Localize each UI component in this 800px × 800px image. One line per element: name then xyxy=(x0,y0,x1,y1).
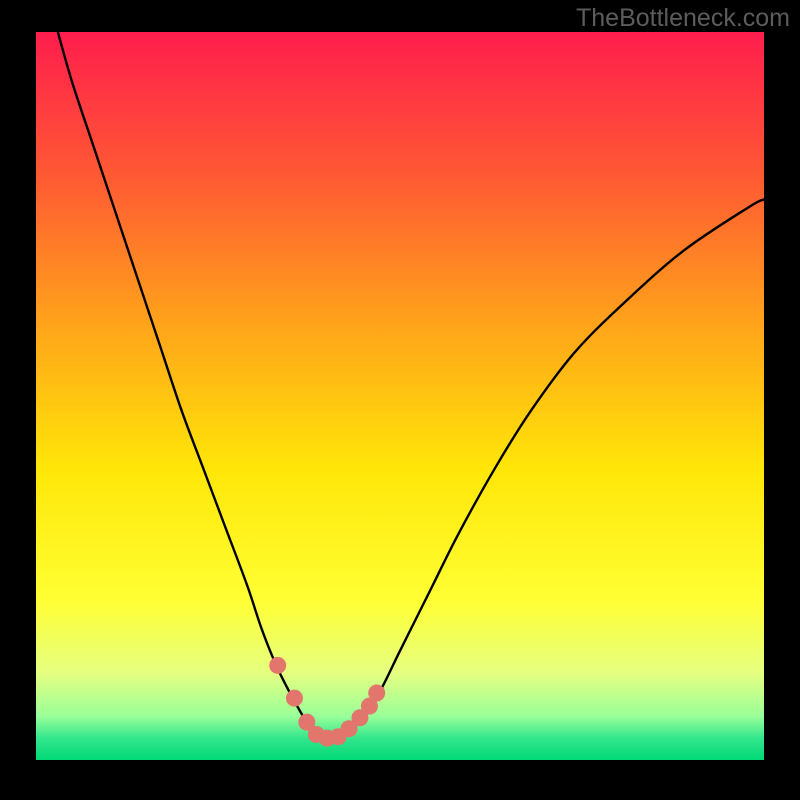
highlight-dot xyxy=(368,685,385,702)
chart-container: TheBottleneck.com xyxy=(0,0,800,800)
watermark-text: TheBottleneck.com xyxy=(576,4,790,33)
highlight-dot xyxy=(269,657,286,674)
highlight-dot xyxy=(286,690,303,707)
chart-svg xyxy=(36,32,764,760)
plot-area xyxy=(36,32,764,760)
